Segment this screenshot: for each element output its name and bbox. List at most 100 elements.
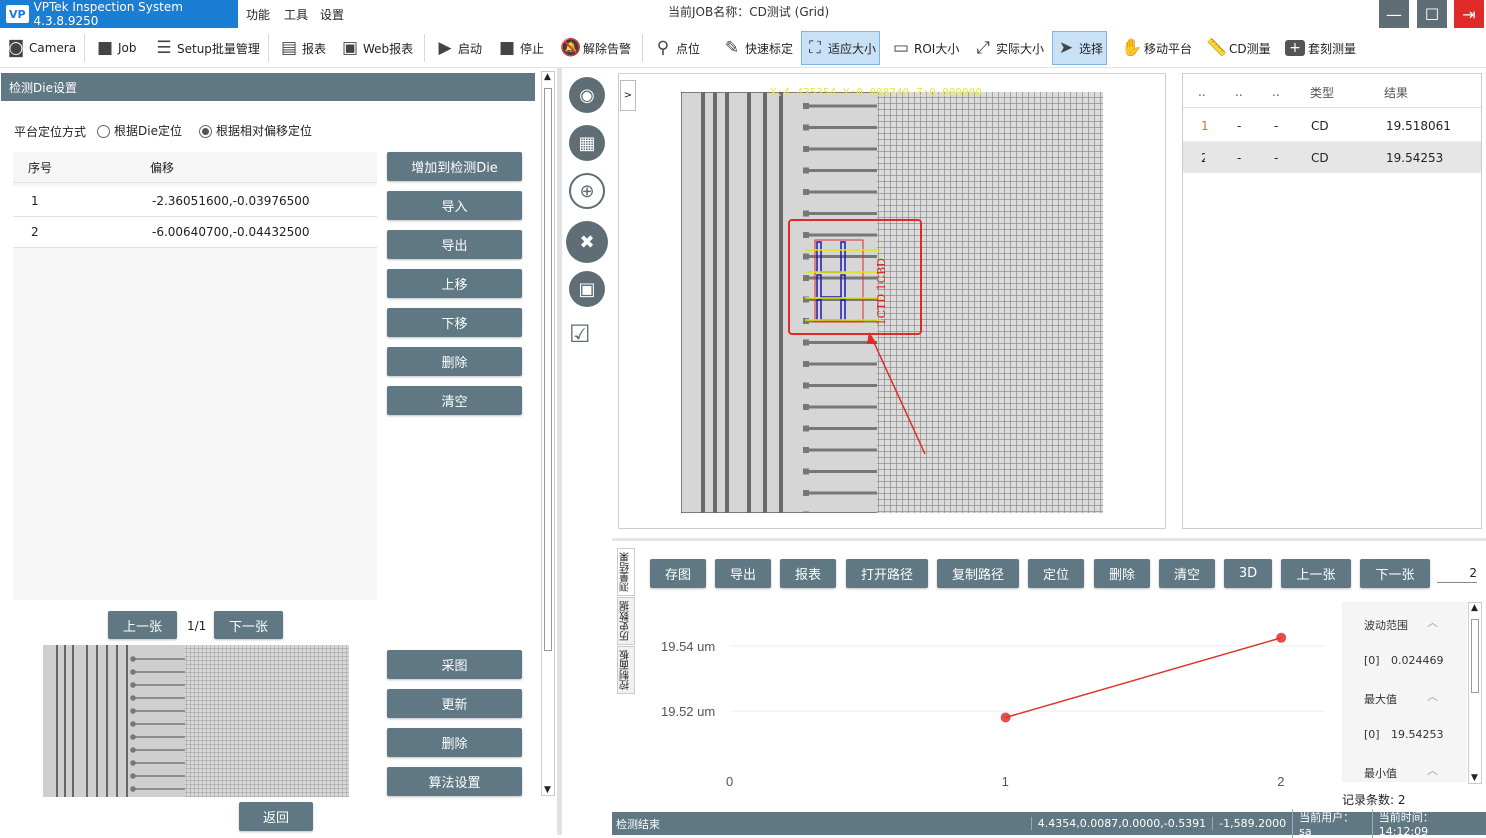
status-coords: 4.4354,0.0087,0.0000,-0.5391 — [1030, 817, 1212, 830]
status-time: 当前时间： 14:12:09 — [1371, 809, 1486, 838]
maximize-button[interactable]: ☐ — [1417, 0, 1447, 28]
add-to-die-button[interactable]: 增加到检测Die — [387, 152, 522, 181]
collapse-icon[interactable]: ︿ — [1427, 614, 1438, 630]
bell-off-icon: 🔕 — [560, 38, 582, 58]
result-index-input[interactable]: 2 — [1437, 566, 1477, 583]
setup-batch-button[interactable]: ☰ Setup批量管理 — [154, 28, 260, 68]
stop-icon: ■ — [498, 38, 516, 58]
copy-path-button[interactable]: 复制路径 — [937, 559, 1019, 588]
scroll-thumb[interactable] — [1471, 619, 1479, 693]
camera-button[interactable]: ◙ Camera — [6, 28, 76, 68]
result-row-selected[interactable]: 2 - - CD 19.54253 — [1183, 142, 1481, 173]
3d-view-button[interactable]: 3D — [1224, 559, 1272, 588]
data-point[interactable] — [1000, 712, 1011, 723]
scroll-thumb[interactable] — [544, 88, 552, 651]
stop-button[interactable]: ■ 停止 — [497, 28, 544, 68]
next-result-button[interactable]: 下一张 — [1360, 559, 1430, 588]
tab-control-panel[interactable]: 控制面板 — [617, 646, 635, 694]
menu-settings[interactable]: 设置 — [320, 6, 344, 23]
report-result-button[interactable]: 报表 — [780, 559, 836, 588]
menu-function[interactable]: 功能 — [246, 6, 270, 23]
report-button[interactable]: ▤ 报表 — [279, 28, 326, 68]
scroll-down-icon[interactable]: ▼ — [544, 785, 551, 795]
table-row[interactable]: 1 -2.36051600,-0.03976500 — [13, 186, 377, 217]
overlay-measure-button[interactable]: + 套刻测量 — [1285, 28, 1356, 68]
table-row[interactable]: 2 -6.00640700,-0.04432500 — [13, 217, 377, 248]
camera-icon: ◙ — [7, 38, 25, 58]
move-down-button[interactable]: 下移 — [387, 308, 522, 337]
inspection-image[interactable] — [681, 92, 1103, 513]
status-user: 当前用户： sa — [1292, 809, 1372, 838]
toolbar-divider — [268, 34, 269, 62]
scroll-up-icon[interactable]: ▲ — [1471, 603, 1478, 613]
web-report-button[interactable]: ▣ Web报表 — [340, 28, 413, 68]
position-button[interactable]: ⚲ 点位 — [653, 28, 700, 68]
exit-button[interactable]: ⇥ — [1454, 0, 1484, 28]
stat-max-title: 最大值 — [1364, 693, 1397, 706]
collapse-icon[interactable]: ︿ — [1427, 762, 1438, 778]
wafer-map-icon[interactable]: ▦ — [569, 125, 605, 161]
measure-tool-icon[interactable]: ✖ — [566, 221, 608, 263]
delete-image-button[interactable]: 删除 — [387, 728, 522, 757]
app-title: VPTek Inspection System 4.3.8.9250 — [33, 0, 183, 28]
move-stage-button[interactable]: ✋ 移动平台 — [1121, 28, 1192, 68]
left-scrollbar[interactable]: ▲ ▼ — [541, 71, 555, 796]
prev-image-button[interactable]: 上一张 — [108, 611, 177, 639]
tab-history-data[interactable]: 历史数据 — [617, 597, 635, 645]
app-brand: VP VPTek Inspection System 4.3.8.9250 — [0, 0, 238, 28]
splitter[interactable] — [557, 68, 562, 835]
delete-button[interactable]: 删除 — [387, 347, 522, 376]
horizontal-splitter[interactable] — [612, 538, 1486, 541]
move-up-button[interactable]: 上移 — [387, 269, 522, 298]
export-button[interactable]: 导出 — [387, 230, 522, 259]
data-point[interactable] — [1276, 632, 1287, 643]
export-result-button[interactable]: 导出 — [715, 559, 771, 588]
locate-button[interactable]: 定位 — [1028, 559, 1084, 588]
update-button[interactable]: 更新 — [387, 689, 522, 718]
tab-measure-results[interactable]: 测量结果 — [617, 548, 635, 596]
globe-settings-icon[interactable]: ⊕ — [569, 173, 605, 209]
radio-die-position[interactable]: 根据Die定位 — [97, 122, 182, 139]
stage-coordinates: X:4.435354,Y:0.008740,Z:0.000000 — [770, 86, 982, 99]
algorithm-settings-button[interactable]: 算法设置 — [387, 767, 522, 796]
fit-size-button[interactable]: ⛶ 适应大小 — [801, 31, 881, 65]
open-path-button[interactable]: 打开路径 — [846, 559, 928, 588]
cd-measure-button[interactable]: 📏 CD测量 — [1206, 28, 1271, 68]
scroll-down-icon[interactable]: ▼ — [1471, 773, 1478, 783]
document-icon: ▤ — [280, 38, 298, 58]
prev-result-button[interactable]: 上一张 — [1281, 559, 1351, 588]
radio-offset-position[interactable]: 根据相对偏移定位 — [199, 122, 312, 139]
image-settings-icon[interactable]: ▣ — [569, 271, 605, 307]
stats-scrollbar[interactable]: ▲ ▼ — [1468, 602, 1482, 784]
start-button[interactable]: ▶ 启动 — [435, 28, 482, 68]
camera-view-icon[interactable]: ◉ — [569, 77, 605, 113]
expand-panel-button[interactable]: > — [620, 80, 636, 111]
actual-size-button[interactable]: ⤢ 实际大小 — [973, 28, 1044, 68]
stat-max-value: 19.54253 — [1391, 728, 1444, 741]
row-offset: -2.36051600,-0.03976500 — [152, 194, 310, 208]
status-bar: 检测结束 4.4354,0.0087,0.0000,-0.5391 -1,589… — [612, 809, 1486, 838]
clear-result-button[interactable]: 清空 — [1159, 559, 1215, 588]
roi-size-button[interactable]: ▭ ROI大小 — [891, 28, 959, 68]
next-image-button[interactable]: 下一张 — [214, 611, 283, 639]
delete-result-button[interactable]: 删除 — [1094, 559, 1150, 588]
save-image-button[interactable]: 存图 — [650, 559, 706, 588]
quick-calibrate-button[interactable]: ✎ 快速标定 — [722, 28, 793, 68]
rect-icon: ▭ — [892, 38, 910, 58]
clear-button[interactable]: 清空 — [387, 386, 522, 415]
capture-button[interactable]: 采图 — [387, 650, 522, 679]
result-row[interactable]: 1 - - CD 19.518061 — [1183, 111, 1481, 142]
import-button[interactable]: 导入 — [387, 191, 522, 220]
select-button[interactable]: ➤ 选择 — [1052, 31, 1108, 65]
die-settings-header: 检测Die设置 — [1, 73, 535, 101]
scroll-up-icon[interactable]: ▲ — [544, 72, 551, 82]
table-header: 序号 偏移 — [13, 152, 377, 183]
menu-tools[interactable]: 工具 — [284, 6, 308, 23]
job-button[interactable]: ■ Job — [95, 28, 137, 68]
checklist-view-icon[interactable]: ☑ — [569, 320, 605, 356]
minimize-button[interactable]: — — [1379, 0, 1409, 28]
clear-alarm-button[interactable]: 🔕 解除告警 — [560, 28, 631, 68]
collapse-icon[interactable]: ︿ — [1427, 688, 1438, 704]
back-button[interactable]: 返回 — [239, 802, 313, 831]
hand-icon: ✋ — [1121, 38, 1143, 58]
